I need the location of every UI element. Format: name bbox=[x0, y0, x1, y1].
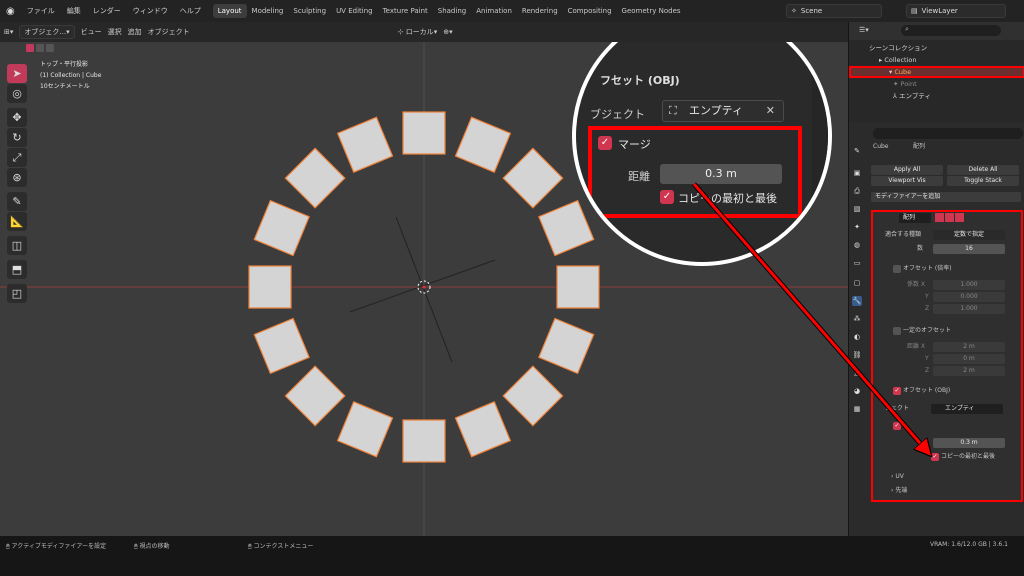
status-hint-3: 🖱 コンテクストメニュー bbox=[248, 543, 314, 550]
version-info: VRAM: 1.6/12.0 GB | 3.6.1 bbox=[930, 541, 1008, 548]
annotation-arrow bbox=[692, 182, 1024, 576]
status-hint-1: 🖱 アクティブモディファイアーを設定 bbox=[6, 543, 107, 550]
status-hint-2: 🖱 視点の移動 bbox=[134, 543, 170, 550]
status-bar: 🖱 アクティブモディファイアーを設定 🖱 視点の移動 🖱 コンテクストメニュー … bbox=[0, 536, 1024, 576]
